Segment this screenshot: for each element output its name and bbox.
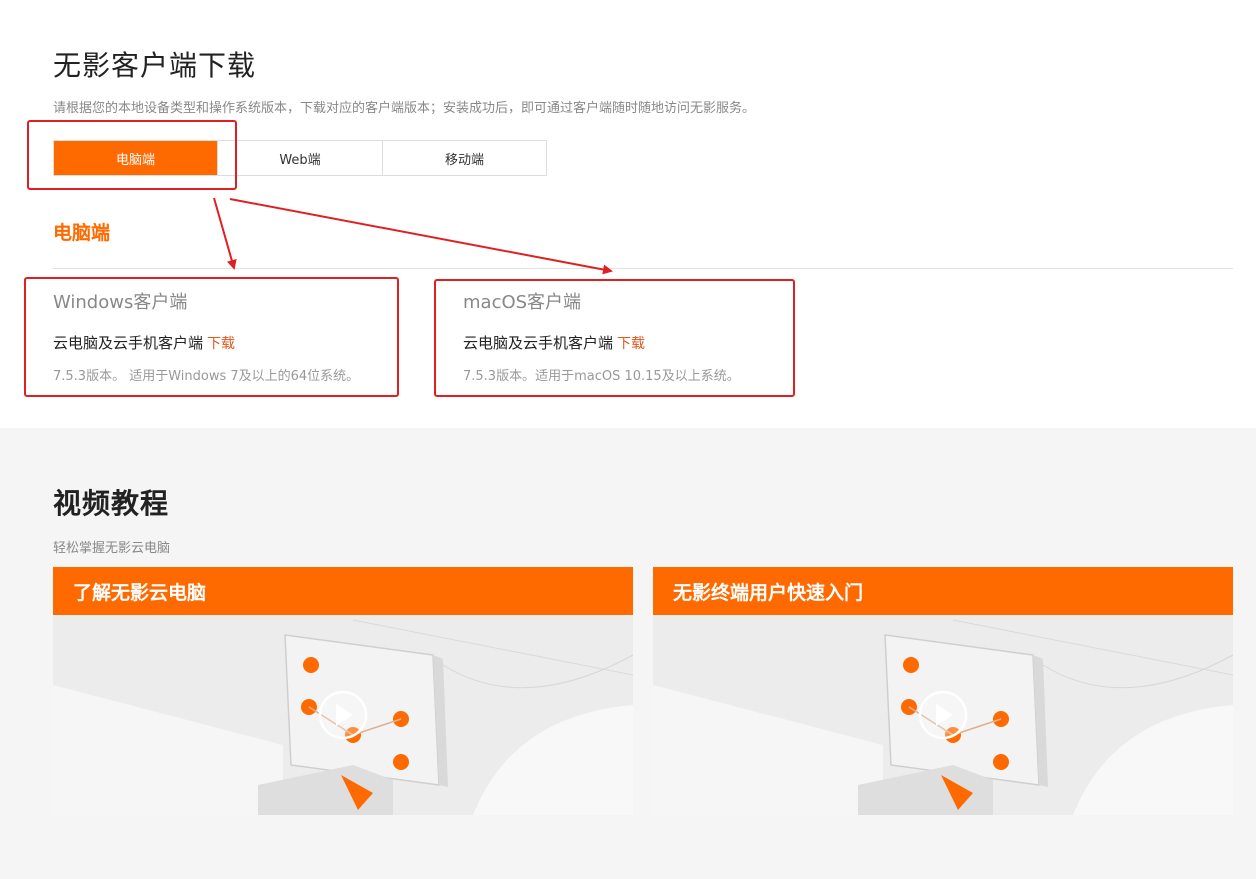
windows-client-card: Windows客户端 云电脑及云手机客户端 下载 7.5.3版本。 适用于Wind… bbox=[53, 288, 359, 384]
macos-download-link[interactable]: 下载 bbox=[617, 336, 645, 352]
tab-mobile[interactable]: 移动端 bbox=[383, 141, 546, 175]
video-card-title: 了解无影云电脑 bbox=[53, 567, 633, 615]
macos-client-card: macOS客户端 云电脑及云手机客户端 下载 7.5.3版本。适用于macOS 1… bbox=[463, 288, 740, 384]
client-name: macOS客户端 bbox=[463, 292, 582, 313]
section-title-desktop: 电脑端 bbox=[53, 222, 111, 244]
client-product: 云电脑及云手机客户端 bbox=[463, 334, 614, 352]
video-card[interactable]: 无影终端用户快速入门 bbox=[653, 567, 1233, 815]
client-meta: 7.5.3版本。适用于macOS 10.15及以上系统。 bbox=[463, 369, 740, 384]
page-title: 无影客户端下载 bbox=[53, 49, 257, 82]
play-icon[interactable] bbox=[318, 690, 368, 740]
section-divider bbox=[53, 268, 1233, 269]
video-card[interactable]: 了解无影云电脑 bbox=[53, 567, 633, 815]
client-product-line: 云电脑及云手机客户端 下载 bbox=[53, 332, 359, 353]
page-description: 请根据您的本地设备类型和操作系统版本，下载对应的客户端版本；安装成功后，即可通过… bbox=[53, 101, 756, 116]
video-card-title: 无影终端用户快速入门 bbox=[653, 567, 1233, 615]
platform-tabs: 电脑端 Web端 移动端 bbox=[53, 140, 547, 176]
tab-web[interactable]: Web端 bbox=[218, 141, 383, 175]
client-name: Windows客户端 bbox=[53, 292, 188, 313]
video-section-subtitle: 轻松掌握无影云电脑 bbox=[53, 541, 171, 556]
play-icon[interactable] bbox=[918, 690, 968, 740]
video-thumbnail bbox=[653, 615, 1233, 815]
client-product: 云电脑及云手机客户端 bbox=[53, 334, 204, 352]
tab-desktop[interactable]: 电脑端 bbox=[54, 141, 218, 175]
video-section-title: 视频教程 bbox=[53, 487, 170, 520]
windows-download-link[interactable]: 下载 bbox=[207, 336, 235, 352]
video-thumbnail bbox=[53, 615, 633, 815]
client-product-line: 云电脑及云手机客户端 下载 bbox=[463, 332, 740, 353]
client-meta: 7.5.3版本。 适用于Windows 7及以上的64位系统。 bbox=[53, 369, 360, 384]
